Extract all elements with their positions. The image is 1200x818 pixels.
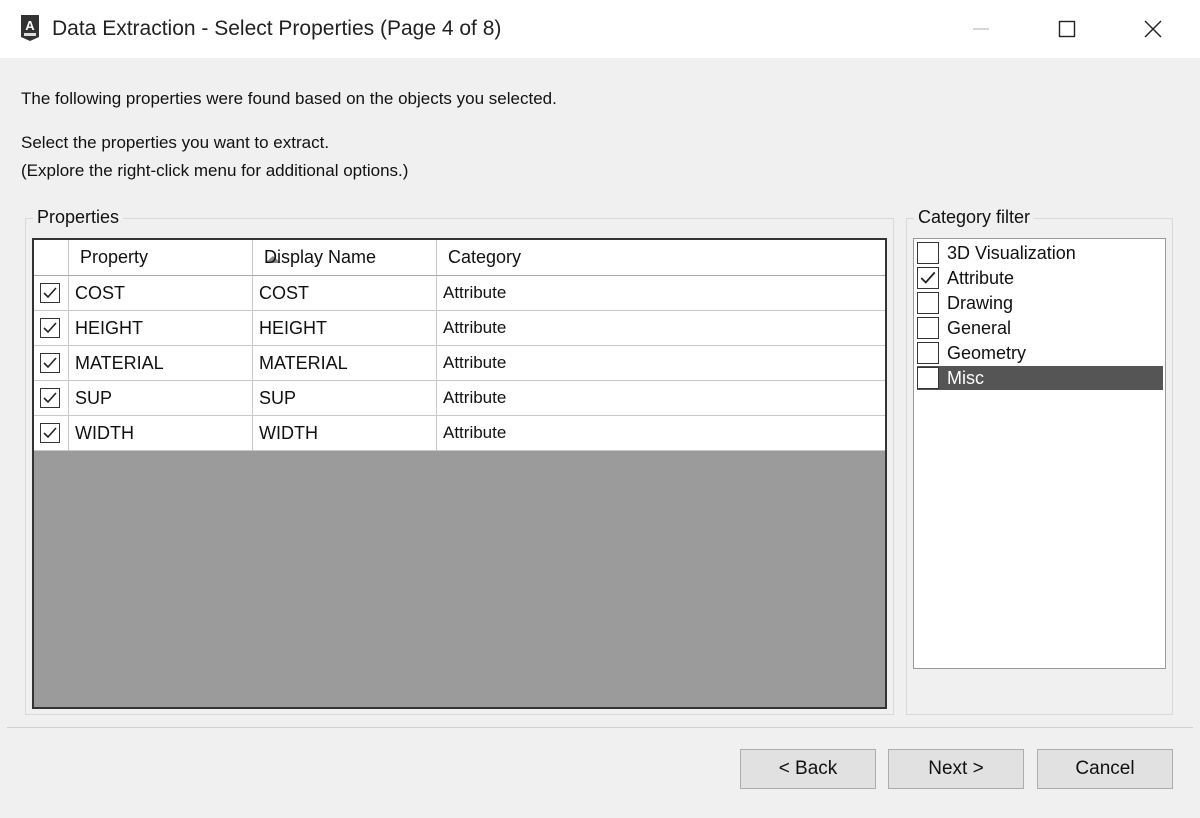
back-button[interactable]: < Back — [740, 749, 876, 789]
cell-category: Attribute — [443, 283, 507, 302]
minimize-icon — [973, 28, 989, 30]
category-label: Misc — [947, 367, 984, 388]
category-label: Geometry — [947, 342, 1027, 363]
next-button[interactable]: Next > — [888, 749, 1024, 789]
table-row[interactable]: MATERIAL MATERIAL Attribute — [34, 346, 885, 381]
category-checkbox[interactable] — [917, 317, 939, 339]
category-item-geometry[interactable]: Geometry — [917, 341, 1163, 365]
cell-property: COST — [69, 276, 253, 310]
cell-category: Attribute — [443, 353, 507, 372]
checkmark-icon — [43, 392, 57, 404]
header-check-column — [34, 240, 69, 275]
row-checkbox[interactable] — [40, 388, 60, 408]
footer-divider — [7, 727, 1193, 728]
category-filter-list[interactable]: 3D Visualization Attribute Drawing Gener… — [913, 238, 1166, 669]
header-category-label: Category — [448, 247, 522, 267]
table-row[interactable]: SUP SUP Attribute — [34, 381, 885, 416]
row-checkbox[interactable] — [40, 423, 60, 443]
category-checkbox[interactable] — [917, 267, 939, 289]
cell-display-name[interactable]: HEIGHT — [253, 311, 437, 345]
close-button[interactable] — [1112, 0, 1194, 58]
instruction-explore: (Explore the right-click menu for additi… — [21, 161, 409, 180]
cell-category: Attribute — [443, 388, 507, 407]
table-row[interactable]: COST COST Attribute — [34, 276, 885, 311]
cell-property: MATERIAL — [69, 346, 253, 380]
minimize-button[interactable] — [940, 0, 1022, 58]
category-checkbox[interactable] — [917, 292, 939, 314]
autocad-app-icon: A — [18, 13, 42, 43]
category-label: 3D Visualization — [947, 242, 1076, 263]
instruction-found: The following properties were found base… — [21, 89, 557, 108]
category-checkbox[interactable] — [917, 242, 939, 264]
cell-category: Attribute — [443, 318, 507, 337]
maximize-icon — [1058, 20, 1076, 38]
grid-header: Property Display Name Category — [34, 240, 885, 276]
header-display-name[interactable]: Display Name — [253, 240, 437, 275]
category-label: General — [947, 317, 1012, 338]
title-bar: A Data Extraction - Select Properties (P… — [0, 0, 1200, 58]
table-row[interactable]: WIDTH WIDTH Attribute — [34, 416, 885, 451]
category-item-attribute[interactable]: Attribute — [917, 266, 1163, 290]
checkmark-icon — [43, 322, 57, 334]
category-item-3d-visualization[interactable]: 3D Visualization — [917, 241, 1163, 265]
checkmark-icon — [43, 357, 57, 369]
table-row[interactable]: HEIGHT HEIGHT Attribute — [34, 311, 885, 346]
header-display-name-label: Display Name — [264, 247, 377, 267]
category-filter-label: Category filter — [914, 207, 1035, 228]
cell-property: HEIGHT — [69, 311, 253, 345]
category-checkbox[interactable] — [917, 367, 939, 389]
category-item-drawing[interactable]: Drawing — [917, 291, 1163, 315]
window-title: Data Extraction - Select Properties (Pag… — [52, 17, 502, 40]
cancel-button[interactable]: Cancel — [1037, 749, 1173, 789]
maximize-button[interactable] — [1026, 0, 1108, 58]
checkmark-icon — [920, 271, 936, 284]
row-checkbox[interactable] — [40, 353, 60, 373]
category-label: Drawing — [947, 292, 1014, 313]
category-label: Attribute — [947, 267, 1015, 288]
cell-display-name[interactable]: SUP — [253, 381, 437, 415]
header-category[interactable]: Category — [437, 240, 885, 275]
category-item-misc[interactable]: Misc — [917, 366, 1163, 390]
cell-display-name[interactable]: MATERIAL — [253, 346, 437, 380]
close-icon — [1144, 20, 1162, 38]
checkmark-icon — [43, 287, 57, 299]
data-extraction-dialog: A Data Extraction - Select Properties (P… — [0, 0, 1200, 818]
category-item-general[interactable]: General — [917, 316, 1163, 340]
svg-text:A: A — [25, 18, 35, 33]
row-checkbox[interactable] — [40, 318, 60, 338]
category-checkbox[interactable] — [917, 342, 939, 364]
cell-property: WIDTH — [69, 416, 253, 450]
properties-grid[interactable]: Property Display Name Category COST COST… — [32, 238, 887, 709]
cell-property: SUP — [69, 381, 253, 415]
instruction-select: Select the properties you want to extrac… — [21, 133, 330, 152]
properties-group-label: Properties — [33, 207, 124, 228]
cell-display-name[interactable]: WIDTH — [253, 416, 437, 450]
row-checkbox[interactable] — [40, 283, 60, 303]
cell-category: Attribute — [443, 423, 507, 442]
cell-display-name[interactable]: COST — [253, 276, 437, 310]
header-property[interactable]: Property — [69, 240, 281, 275]
header-property-label: Property — [80, 247, 149, 267]
checkmark-icon — [43, 427, 57, 439]
